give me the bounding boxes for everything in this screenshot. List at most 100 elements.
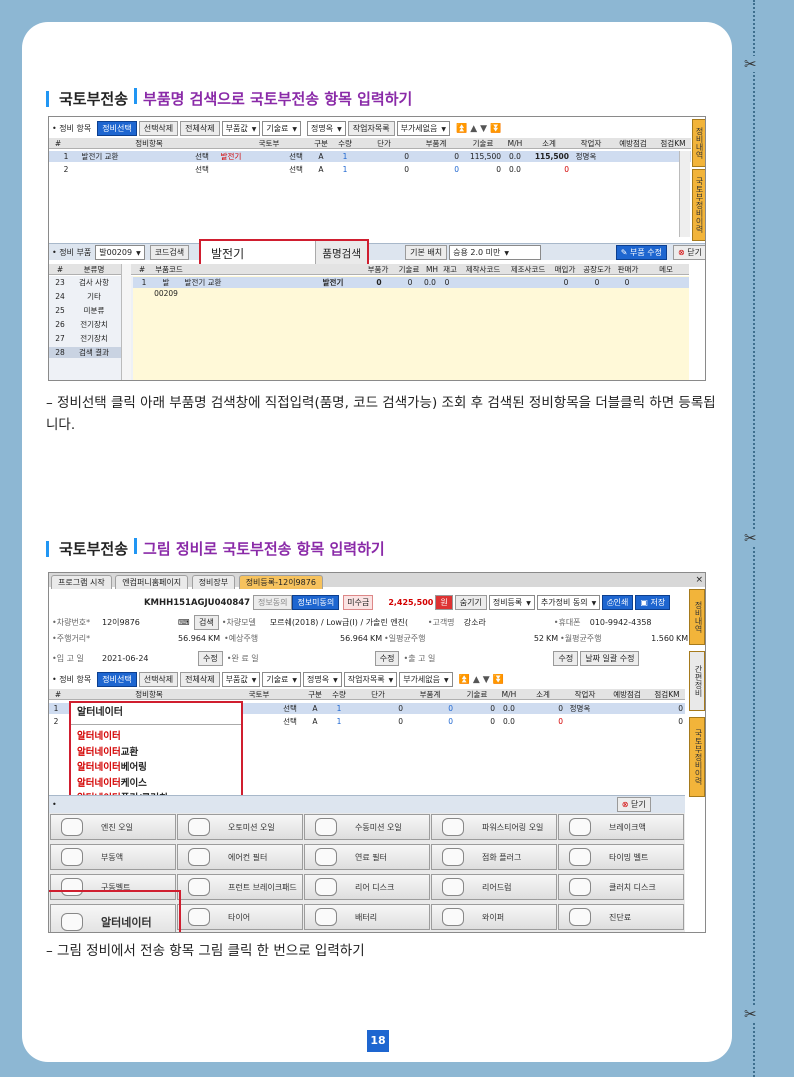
select-repair-button[interactable]: 정비선택 (97, 121, 137, 136)
code-search-button[interactable]: 코드검색 (149, 244, 190, 260)
autocomplete-option[interactable]: 알터네이터베어링 (77, 760, 235, 776)
tab-repair-register[interactable]: 정비등록-12이9876 (238, 575, 323, 589)
picture-button[interactable]: 클러치 디스크 (558, 874, 684, 900)
autocomplete-prefix: 알터네이터 (77, 746, 121, 758)
arrow-up-top-icon[interactable]: ⏫ (456, 124, 467, 134)
car-no-value[interactable]: 12이9876 (102, 617, 178, 628)
picture-button[interactable]: 수동미션 오일 (304, 814, 430, 840)
picture-button[interactable]: 부동액 (50, 844, 176, 870)
select-repair-button[interactable]: 정비선택 (97, 672, 137, 687)
picture-button[interactable]: 에어컨 필터 (177, 844, 303, 870)
keyboard-icon[interactable]: ⌨ (178, 618, 192, 627)
picture-button[interactable]: 타이어 (177, 904, 303, 930)
side-tab-molit-history[interactable]: 국토부정비이력 (692, 169, 705, 241)
parts-col-stock: 재고 (443, 265, 457, 274)
delete-selected-button[interactable]: 선택삭제 (138, 672, 179, 687)
row-select[interactable]: 선택 (191, 151, 213, 162)
close-button[interactable]: ⊗ 닫기 (673, 244, 705, 260)
register-dropdown[interactable]: 정비등록 (488, 595, 535, 610)
done-date-edit-button[interactable]: 수정 (374, 651, 400, 666)
parts-row[interactable]: 1 발00209 발전기 교환 발전기 0 0 0.0 0 0 0 0 (133, 277, 689, 298)
basic-layout-dropdown[interactable]: 승용 2.0 미만 (449, 244, 541, 260)
worker-dropdown[interactable]: 정명옥 (307, 121, 346, 136)
arrow-up-icon[interactable]: ▲ (473, 675, 480, 685)
name-search-button[interactable]: 품명검색 (315, 241, 367, 265)
picture-button[interactable]: 브레이크액 (558, 814, 684, 840)
picture-button[interactable]: 파워스티어링 오일 (431, 814, 557, 840)
delete-all-button[interactable]: 전체삭제 (180, 672, 220, 687)
arrow-down-icon[interactable]: ▼ (480, 124, 487, 134)
category-item[interactable]: 25 미분류 (49, 305, 121, 316)
picture-button[interactable]: 프런트 브레이크패드 (177, 874, 303, 900)
side-tab-molit-history[interactable]: 국토부정비이력 (689, 717, 705, 797)
edit-parts-button[interactable]: ✎ 부품 수정 (615, 244, 668, 260)
worker-list-dropdown[interactable]: 작업자목록 (343, 672, 398, 687)
arrow-down-bottom-icon[interactable]: ⏬ (490, 124, 501, 134)
category-item[interactable]: 24 기타 (49, 291, 121, 302)
row-select[interactable]: 선택 (191, 164, 213, 175)
autocomplete-input[interactable]: 알터네이터 (71, 703, 241, 725)
table-row[interactable]: 1 발전기 교환 선택 발전기 선택 A 1 0 0 115,500 0.0 1… (49, 151, 691, 162)
autocomplete-option[interactable]: 알터네이터 (77, 729, 235, 745)
hide-button[interactable]: 숨기기 (454, 595, 487, 610)
save-button[interactable]: ▣ 저장 (635, 595, 671, 610)
out-date-edit-button[interactable]: 수정 (553, 651, 579, 666)
category-scrollbar[interactable] (121, 264, 131, 380)
bulk-date-edit-button[interactable]: 날짜 일괄 수정 (580, 651, 640, 666)
name-search-input[interactable]: 발전기 (211, 245, 315, 262)
tab-homepage[interactable]: 엔컴퍼니홈페이지 (115, 575, 189, 589)
in-date-value[interactable]: 2021-06-24 (102, 654, 196, 663)
side-tab-repair-history[interactable]: 정비내역 (692, 119, 705, 167)
vat-dropdown[interactable]: 부가세없음 (396, 121, 451, 136)
picture-button[interactable]: 리어드럼 (431, 874, 557, 900)
picture-button[interactable]: 점화 플러그 (431, 844, 557, 870)
car-search-button[interactable]: 검색 (194, 615, 219, 630)
picture-button[interactable]: 리어 디스크 (304, 874, 430, 900)
distance-value[interactable]: 56.964 (102, 634, 206, 643)
info-consent-button[interactable]: 정보동의 (253, 595, 293, 610)
tab-program-start[interactable]: 프로그램 시작 (51, 575, 112, 589)
autocomplete-option[interactable]: 알터네이터교환 (77, 745, 235, 761)
tech-fee-dropdown[interactable]: 기술료 (262, 121, 302, 136)
row-select2[interactable]: 선택 (285, 164, 307, 175)
row-select[interactable]: 선택 (279, 716, 301, 727)
side-tab-repair-history[interactable]: 정비내역 (689, 589, 705, 645)
category-item[interactable]: 26 전기장치 (49, 319, 121, 330)
parts-price-dropdown[interactable]: 부품값 (221, 121, 261, 136)
parts-price-dropdown[interactable]: 부품값 (221, 672, 261, 687)
picture-button[interactable]: 오토미션 오일 (177, 814, 303, 840)
code-input[interactable]: 발00209 (95, 244, 145, 260)
worker-list-button[interactable]: 작업자목록 (347, 121, 395, 136)
arrow-up-icon[interactable]: ▲ (470, 124, 477, 134)
autocomplete-option[interactable]: 알터네이터케이스 (77, 776, 235, 792)
scrollbar[interactable] (679, 151, 690, 237)
category-item[interactable]: 23 검사 사항 (49, 277, 121, 288)
category-item[interactable]: 28 검색 결과 (49, 347, 121, 358)
arrow-down-bottom-icon[interactable]: ⏬ (493, 675, 504, 685)
arrow-up-top-icon[interactable]: ⏫ (459, 675, 470, 685)
tech-fee-dropdown[interactable]: 기술료 (262, 672, 302, 687)
delete-selected-button[interactable]: 선택삭제 (138, 121, 179, 136)
picture-button[interactable]: 엔진 오일 (50, 814, 176, 840)
arrow-down-icon[interactable]: ▼ (483, 675, 490, 685)
in-date-edit-button[interactable]: 수정 (198, 651, 223, 666)
add-repair-dropdown[interactable]: 추가정비 동의 (536, 595, 601, 610)
picture-button[interactable]: 연료 필터 (304, 844, 430, 870)
close-icon[interactable]: × (695, 575, 703, 585)
delete-all-button[interactable]: 전체삭제 (180, 121, 220, 136)
category-item[interactable]: 27 전기장치 (49, 333, 121, 344)
print-button[interactable]: ⎙인쇄 (602, 595, 634, 610)
close-button[interactable]: ⊗ 닫기 (616, 797, 651, 812)
info-nonconsent-button[interactable]: 정보미동의 (292, 595, 340, 610)
vat-dropdown[interactable]: 부가세없음 (399, 672, 453, 687)
row-select[interactable]: 선택 (279, 703, 301, 714)
picture-button[interactable]: 배터리 (304, 904, 430, 930)
picture-button[interactable]: 타이밍 벨트 (558, 844, 684, 870)
row-select2[interactable]: 선택 (285, 151, 307, 162)
tab-repair-book[interactable]: 정비장부 (191, 575, 236, 589)
side-tab-simple-repair[interactable]: 간편정비 (689, 651, 705, 711)
table-row[interactable]: 2 선택 선택 A 1 0 0 0 0.0 0 0 (49, 164, 691, 175)
worker-dropdown[interactable]: 정명옥 (303, 672, 342, 687)
picture-button[interactable]: 와이퍼 (431, 904, 557, 930)
picture-button[interactable]: 진단료 (558, 904, 684, 930)
